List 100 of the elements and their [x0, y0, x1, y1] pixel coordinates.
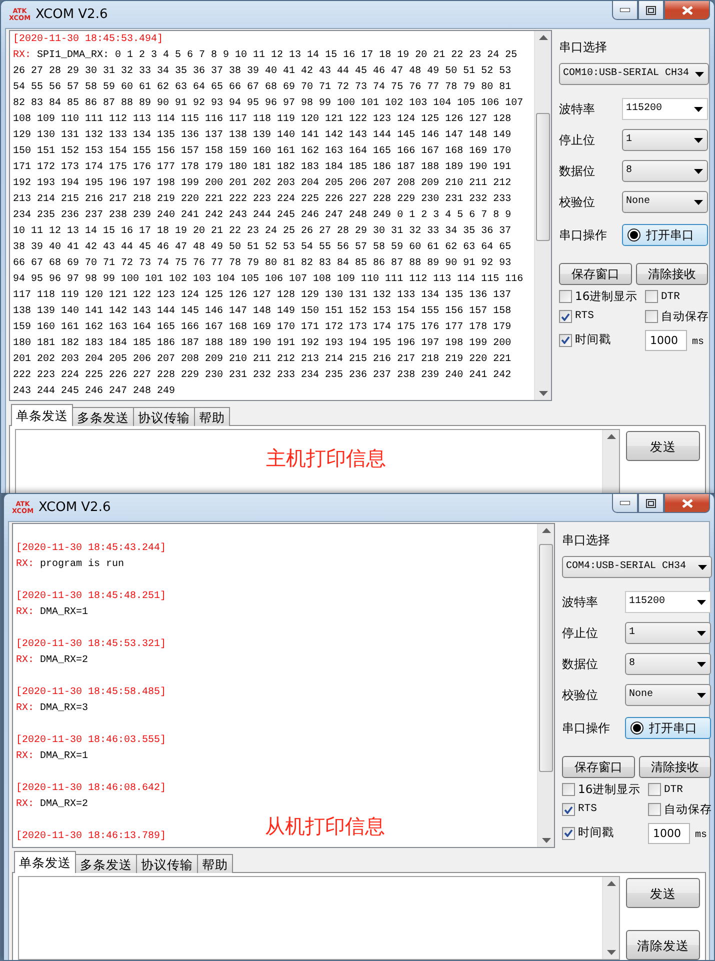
log-text: 129 130 131 132 133 134 135 136 137 138 139 140 141 142 143 144 145 146 147 148 149: [13, 130, 512, 141]
rx-label: RX:: [16, 559, 36, 570]
field-label: 串口选择: [562, 532, 610, 548]
timestamp-text: [2020-11-30 18:45:43.244]: [16, 542, 168, 556]
close-button[interactable]: [664, 1, 710, 20]
close-icon: [682, 6, 692, 14]
field-label: 数据位: [559, 164, 595, 178]
rx-label: RX:: [16, 799, 36, 810]
tab[interactable]: 协议传输: [136, 854, 198, 873]
rx-label: RX:: [16, 655, 36, 666]
field-label: 串口选择: [559, 40, 607, 54]
open-port-button[interactable]: 打开串口: [625, 717, 711, 739]
caret-icon: [697, 692, 706, 698]
log-text: 117 118 119 120 121 122 123 124 125 126 127 128 129 130 131 132 133 134 135 136 137: [13, 290, 512, 301]
checkbox[interactable]: [559, 334, 572, 347]
tab[interactable]: 单条发送: [11, 404, 73, 426]
maximize-button[interactable]: [638, 1, 664, 20]
panel-button[interactable]: 清除接收: [636, 263, 708, 285]
dropdown[interactable]: 8: [622, 160, 708, 182]
tab[interactable]: 单条发送: [14, 851, 76, 873]
minimize-icon: [620, 501, 630, 505]
log-text: 94 95 96 97 98 99 100 101 102 103 104 105 106 107 108 109 110 111 112 113 114 115 116: [13, 274, 524, 285]
annotation-text: 从机打印信息: [265, 816, 385, 836]
rx-label: RX:: [16, 751, 36, 762]
send-button[interactable]: 发送: [626, 878, 700, 908]
window-title: XCOM V2.6: [36, 6, 108, 22]
send-button[interactable]: 发送: [626, 431, 700, 461]
checkbox[interactable]: [559, 310, 572, 324]
tab[interactable]: 协议传输: [133, 407, 195, 426]
checkbox[interactable]: [562, 826, 575, 840]
log-text: 201 202 203 204 205 206 207 208 209 210 211 212 213 214 215 216 217 218 219 220 221: [13, 354, 512, 365]
checkbox-label: 16进制显示: [575, 290, 638, 304]
port-dropdown[interactable]: COM10:USB-SERIAL CH34: [559, 63, 709, 85]
open-port-button[interactable]: 打开串口: [622, 224, 708, 246]
combo-box[interactable]: 115200: [625, 591, 711, 613]
checkbox-label: DTR: [661, 290, 680, 304]
log-text: 222 223 224 225 226 227 228 229 230 231 232 233 234 235 236 237 238 239 240 241 242: [13, 370, 512, 381]
checkbox[interactable]: [645, 310, 658, 324]
unit-label: ms: [692, 337, 704, 350]
interval-field[interactable]: 1000: [645, 330, 687, 351]
caret-icon: [694, 106, 703, 112]
log-text: 243 244 245 246 247 248 249: [13, 386, 176, 397]
interval-field[interactable]: 1000: [648, 822, 690, 844]
caret-icon: [694, 138, 703, 142]
checkbox[interactable]: [645, 290, 658, 304]
tab[interactable]: 多条发送: [72, 407, 134, 426]
panel-button[interactable]: 清除接收: [638, 756, 711, 778]
minimize-button[interactable]: [612, 1, 638, 20]
scroll-up-icon: [542, 528, 550, 533]
caret-icon: [694, 200, 703, 204]
send-button[interactable]: 清除发送: [626, 930, 700, 960]
tab[interactable]: 多条发送: [75, 854, 137, 873]
checkbox-label: 16进制显示: [578, 783, 641, 797]
checkbox[interactable]: [562, 783, 575, 796]
close-button[interactable]: [664, 494, 710, 513]
caret-icon: [697, 662, 706, 666]
log-text: 234 235 236 237 238 239 240 241 242 243 244 245 246 247 248 249 0 1 2 3 4 5 6 7 8 9: [13, 210, 512, 221]
log-text: 54 55 56 57 58 59 60 61 62 63 64 65 66 67 68 69 70 71 72 73 74 75 76 77 78 79 80 81: [13, 82, 512, 93]
checkbox-label: 自动保存: [661, 310, 709, 324]
panel-button[interactable]: 保存窗口: [562, 756, 634, 778]
field-label: 波特率: [559, 102, 595, 116]
checkbox-label: RTS: [575, 310, 594, 323]
close-icon: [682, 498, 692, 508]
checkbox[interactable]: [648, 803, 661, 816]
log-text: 171 172 173 174 175 176 177 178 179 180 181 182 183 184 185 186 187 188 189 190 191: [13, 162, 512, 173]
caret-icon: [695, 72, 704, 76]
caret-icon: [698, 564, 707, 570]
combo-box[interactable]: 115200: [622, 98, 708, 120]
timestamp-text: [2020-11-30 18:45:53.494]: [13, 32, 164, 47]
checkbox-label: DTR: [664, 784, 683, 796]
scrollbar[interactable]: [537, 524, 554, 847]
caret-icon: [697, 600, 706, 604]
log-text: 180 181 182 183 184 185 186 187 188 189 190 191 192 193 194 195 196 197 198 199 200: [13, 338, 512, 349]
checkbox[interactable]: [559, 290, 572, 304]
window-title: XCOM V2.6: [38, 500, 111, 516]
dropdown[interactable]: None: [625, 684, 711, 706]
log-text: 213 214 215 216 217 218 219 220 221 222 223 224 225 226 227 228 229 230 231 232 233: [13, 194, 512, 205]
dropdown[interactable]: None: [622, 191, 708, 213]
port-dropdown[interactable]: COM4:USB-SERIAL CH34: [562, 556, 712, 578]
dropdown[interactable]: 1: [625, 622, 711, 644]
tab[interactable]: 帮助: [197, 854, 233, 873]
panel-button[interactable]: 保存窗口: [559, 263, 632, 285]
log-text: 150 151 152 153 154 155 156 157 158 159 160 161 162 163 164 165 166 167 168 169 170: [13, 146, 512, 157]
checkbox[interactable]: [648, 783, 661, 796]
dropdown[interactable]: 8: [625, 653, 711, 675]
scroll-down-icon: [538, 391, 548, 396]
dropdown[interactable]: 1: [622, 129, 708, 151]
maximize-button[interactable]: [638, 494, 664, 513]
field-label: 校验位: [559, 194, 595, 210]
checkbox-label: 时间戳: [578, 826, 614, 840]
maximize-icon: [646, 498, 656, 508]
field-label: 停止位: [562, 626, 598, 640]
tab[interactable]: 帮助: [194, 407, 230, 426]
scrollbar[interactable]: [534, 31, 551, 400]
log-text: DMA_RX=3: [40, 703, 88, 714]
minimize-button[interactable]: [612, 494, 638, 513]
field-label: 串口操作: [562, 720, 610, 736]
checkbox[interactable]: [562, 803, 575, 816]
timestamp-text: [2020-11-30 18:45:48.251]: [16, 590, 168, 604]
dot-icon: [627, 228, 641, 242]
